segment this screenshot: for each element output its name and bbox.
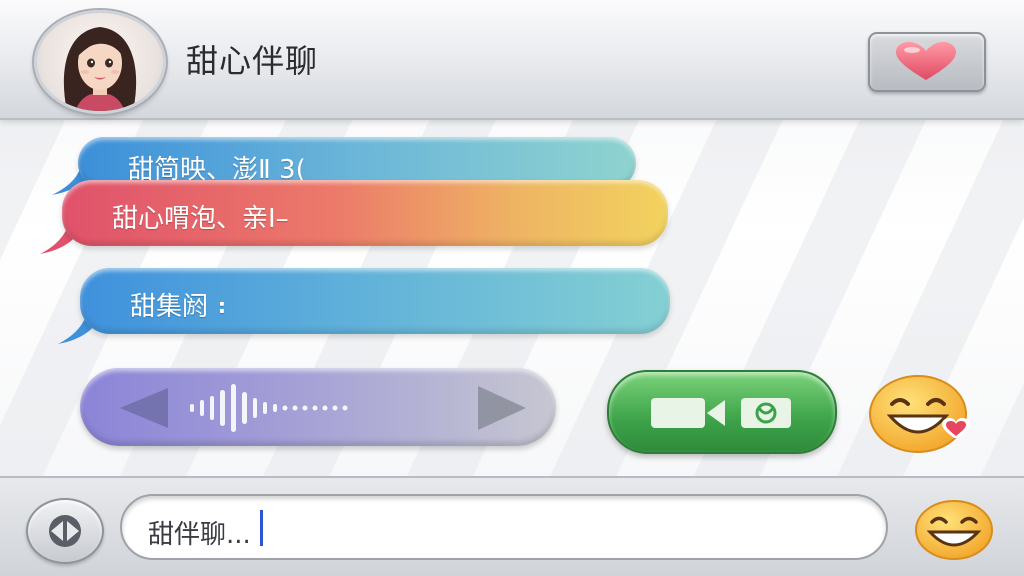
grinning-face-heart-icon[interactable]: [868, 374, 992, 458]
favorite-button[interactable]: [868, 32, 986, 92]
video-camera-icon: [651, 398, 725, 428]
rewind-icon[interactable]: [120, 388, 168, 428]
play-toggle-button[interactable]: [26, 498, 104, 564]
message-input[interactable]: 甜伴聊...: [120, 494, 888, 560]
avatar[interactable]: [34, 10, 166, 114]
grinning-face-icon[interactable]: [912, 498, 996, 562]
message-bubble[interactable]: 甜心喟泡、亲Ⅰ–: [62, 180, 668, 246]
message-text: 甜心喟泡、亲Ⅰ–: [112, 204, 289, 234]
play-toggle-icon: [49, 515, 81, 547]
input-bar: 甜伴聊...: [0, 476, 1024, 576]
girl-avatar-icon: [63, 27, 137, 111]
chat-title: 甜心伴聊: [186, 42, 319, 80]
voice-message[interactable]: [80, 368, 556, 446]
message-text: 甜集阏 ⠆: [130, 292, 236, 322]
phone-icon: [741, 398, 791, 428]
message-bubble[interactable]: 甜集阏 ⠆: [80, 268, 670, 334]
input-placeholder: 甜伴聊...: [148, 520, 251, 550]
video-call-button[interactable]: [607, 370, 837, 454]
chat-header: 甜心伴聊: [0, 0, 1024, 120]
forward-icon[interactable]: [478, 386, 526, 430]
heart-icon: [896, 42, 956, 80]
text-caret: [260, 510, 263, 546]
waveform-icon: [190, 384, 348, 432]
